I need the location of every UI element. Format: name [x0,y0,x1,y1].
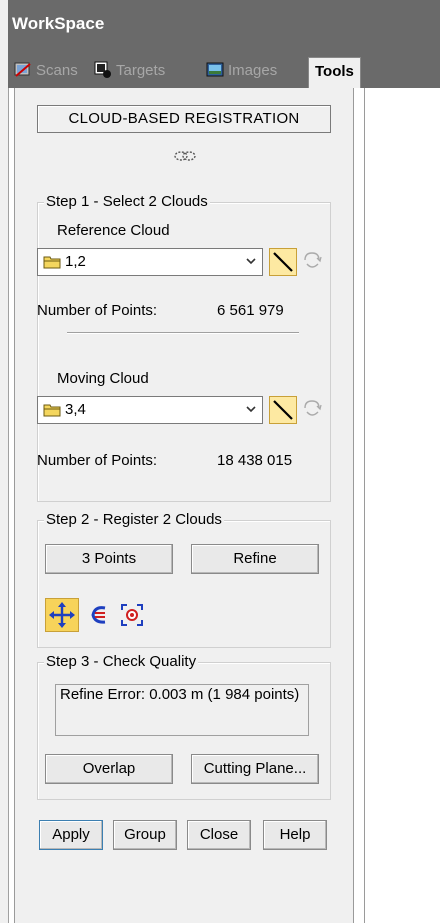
step1-title: Step 1 - Select 2 Clouds [44,193,210,210]
moving-points-value: 18 438 015 [217,452,293,469]
refine-button[interactable]: Refine [191,544,319,574]
window-left-edge [0,0,9,923]
tab-scans[interactable]: Scans [12,57,78,85]
target-tool-icon[interactable] [119,602,145,628]
step2-title: Step 2 - Register 2 Clouds [44,511,224,528]
rotate-cloud-icon [304,400,322,416]
chevron-down-icon [246,406,256,413]
reference-cloud-value: 1,2 [65,253,86,270]
overlap-button[interactable]: Overlap [45,754,173,784]
close-button[interactable]: Close [187,820,251,850]
moving-cloud-pick-button[interactable] [269,396,297,424]
apply-button[interactable]: Apply [39,820,103,850]
tab-targets-label: Targets [116,62,166,79]
moving-cloud-clear-button[interactable] [299,396,327,424]
tab-bar: Scans Targets Images Tools [8,47,440,88]
reference-points-label: Number of Points: [37,302,158,319]
tab-targets[interactable]: Targets [92,57,165,85]
tools-panel: CLOUD-BASED REGISTRATION Step 1 - Select… [14,88,354,923]
move-arrows-icon [49,602,75,628]
tab-images[interactable]: Images [204,57,277,85]
moving-cloud-select[interactable]: 3,4 [37,396,263,424]
panel-title: CLOUD-BASED REGISTRATION [37,105,331,133]
folder-icon [43,404,61,417]
folder-icon [43,256,61,269]
rotate-cloud-icon [304,252,322,268]
moving-cloud-value: 3,4 [65,401,86,418]
group-button[interactable]: Group [113,820,177,850]
separator [67,332,299,333]
tab-scans-label: Scans [36,62,78,79]
diagonal-line-icon [273,252,293,272]
help-button[interactable]: Help [263,820,327,850]
moving-cloud-label: Moving Cloud [57,370,149,387]
three-points-button[interactable]: 3 Points [45,544,173,574]
reference-cloud-pick-button[interactable] [269,248,297,276]
reference-points-value: 6 561 979 [217,302,284,319]
targets-icon [94,61,111,78]
moving-points-label: Number of Points: [37,452,158,469]
move-tool-button[interactable] [45,598,79,632]
step2-group: Step 2 - Register 2 Clouds [37,511,331,648]
cutting-plane-button[interactable]: Cutting Plane... [191,754,319,784]
scans-icon [14,62,31,77]
tab-images-label: Images [228,62,278,79]
tab-tools[interactable]: Tools [308,57,361,88]
step3-title: Step 3 - Check Quality [44,653,199,670]
diagonal-line-icon [273,400,293,420]
link-clouds-icon [174,151,196,161]
tab-tools-label: Tools [315,63,354,80]
panel-border [364,88,365,923]
refine-error-text: Refine Error: 0.003 m (1 984 points) [55,684,309,736]
reference-cloud-select[interactable]: 1,2 [37,248,263,276]
window-title: WorkSpace [8,0,440,47]
images-icon [206,62,224,77]
reference-cloud-label: Reference Cloud [57,222,170,239]
rotate-tool-icon[interactable] [87,602,111,628]
chevron-down-icon [246,258,256,265]
reference-cloud-clear-button[interactable] [299,248,327,276]
